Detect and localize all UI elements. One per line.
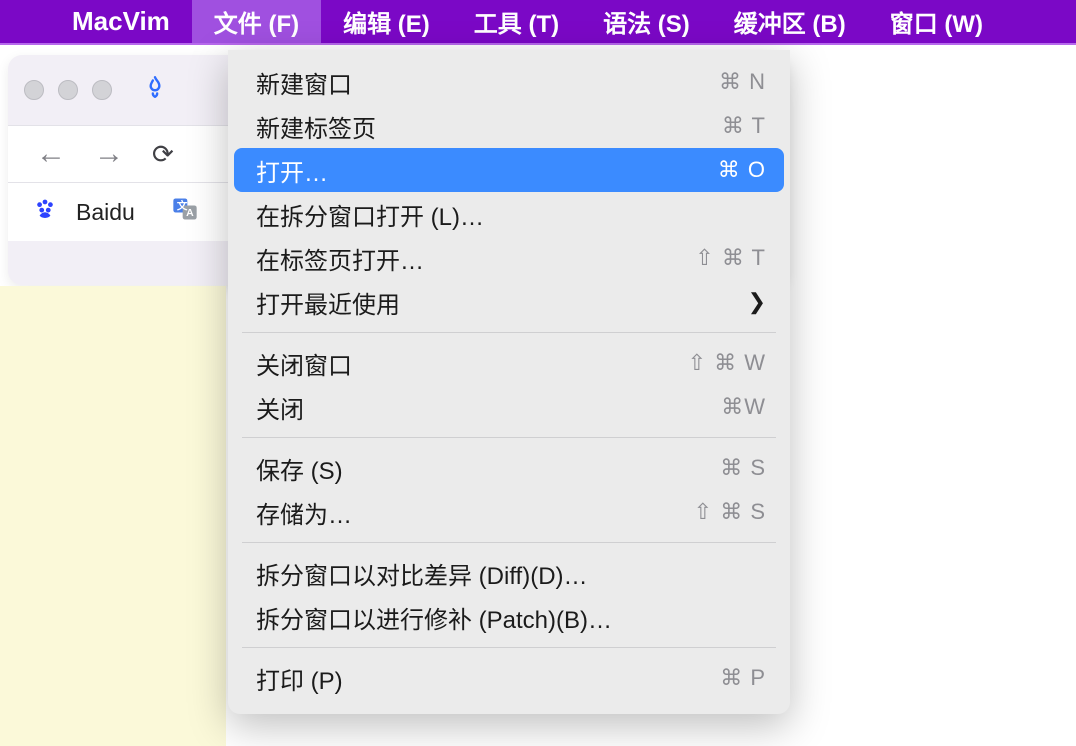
menubar-item-tools[interactable]: 工具 (T) — [452, 0, 581, 43]
translate-icon[interactable]: 文A — [171, 195, 199, 230]
app-name[interactable]: MacVim — [50, 6, 192, 37]
menu-open-tab[interactable]: 在标签页打开… ⇧ ⌘ T — [234, 236, 784, 280]
menu-label: 新建窗口 — [256, 65, 352, 100]
svg-text:A: A — [186, 207, 194, 219]
submenu-arrow-icon: ❯ — [748, 289, 766, 315]
minimize-window-button[interactable] — [58, 80, 78, 100]
menubar: MacVim 文件 (F) 编辑 (E) 工具 (T) 语法 (S) 缓冲区 (… — [0, 0, 1076, 45]
menu-shortcut: ⇧ ⌘ T — [695, 245, 766, 271]
menu-shortcut: ⌘ T — [722, 113, 766, 139]
menu-open[interactable]: 打开… ⌘ O — [234, 148, 784, 192]
menu-patch[interactable]: 拆分窗口以进行修补 (Patch)(B)… — [234, 595, 784, 639]
menu-shortcut: ⌘ N — [719, 69, 766, 95]
menu-label: 打印 (P) — [256, 661, 343, 696]
forward-button[interactable]: → — [94, 137, 124, 171]
reload-button[interactable]: ⟳ — [152, 139, 174, 170]
menu-new-window[interactable]: 新建窗口 ⌘ N — [234, 60, 784, 104]
menubar-item-window[interactable]: 窗口 (W) — [868, 0, 1005, 43]
menu-save-as[interactable]: 存储为… ⇧ ⌘ S — [234, 490, 784, 534]
maximize-window-button[interactable] — [92, 80, 112, 100]
menu-diff[interactable]: 拆分窗口以对比差异 (Diff)(D)… — [234, 551, 784, 595]
menu-label: 在标签页打开… — [256, 241, 424, 276]
menubar-item-buffer[interactable]: 缓冲区 (B) — [712, 0, 868, 43]
menu-separator — [242, 647, 776, 648]
menu-label: 新建标签页 — [256, 109, 376, 144]
bookmark-baidu[interactable]: Baidu — [76, 199, 135, 226]
baidu-icon[interactable] — [32, 196, 58, 229]
menu-label: 关闭窗口 — [256, 346, 352, 381]
menu-shortcut: ⌘W — [721, 394, 766, 420]
menu-close-window[interactable]: 关闭窗口 ⇧ ⌘ W — [234, 341, 784, 385]
menu-separator — [242, 542, 776, 543]
menu-save[interactable]: 保存 (S) ⌘ S — [234, 446, 784, 490]
menu-label: 打开… — [256, 153, 328, 188]
menu-shortcut: ⇧ ⌘ S — [694, 499, 766, 525]
menu-label: 保存 (S) — [256, 451, 343, 486]
menubar-item-syntax[interactable]: 语法 (S) — [581, 0, 712, 43]
menu-new-tab[interactable]: 新建标签页 ⌘ T — [234, 104, 784, 148]
menu-shortcut: ⌘ O — [718, 157, 766, 183]
menu-label: 存储为… — [256, 495, 352, 530]
menu-shortcut: ⇧ ⌘ W — [688, 350, 766, 376]
menu-shortcut: ⌘ S — [720, 455, 766, 481]
menu-separator — [242, 332, 776, 333]
menu-shortcut: ⌘ P — [720, 665, 766, 691]
menu-label: 打开最近使用 — [256, 285, 400, 320]
close-window-button[interactable] — [24, 80, 44, 100]
menu-open-recent[interactable]: 打开最近使用 ❯ — [234, 280, 784, 324]
document-area — [0, 286, 226, 746]
menu-print[interactable]: 打印 (P) ⌘ P — [234, 656, 784, 700]
file-menu-dropdown: 新建窗口 ⌘ N 新建标签页 ⌘ T 打开… ⌘ O 在拆分窗口打开 (L)… … — [228, 50, 790, 714]
window-controls — [24, 80, 112, 100]
menubar-item-file[interactable]: 文件 (F) — [192, 0, 321, 43]
menu-label: 关闭 — [256, 390, 304, 425]
back-button[interactable]: ← — [36, 137, 66, 171]
menubar-item-edit[interactable]: 编辑 (E) — [321, 0, 452, 43]
flame-icon — [142, 72, 168, 109]
menu-open-split[interactable]: 在拆分窗口打开 (L)… — [234, 192, 784, 236]
menu-close[interactable]: 关闭 ⌘W — [234, 385, 784, 429]
menu-separator — [242, 437, 776, 438]
menu-label: 拆分窗口以进行修补 (Patch)(B)… — [256, 600, 612, 635]
menu-label: 拆分窗口以对比差异 (Diff)(D)… — [256, 556, 588, 591]
menu-label: 在拆分窗口打开 (L)… — [256, 197, 484, 232]
